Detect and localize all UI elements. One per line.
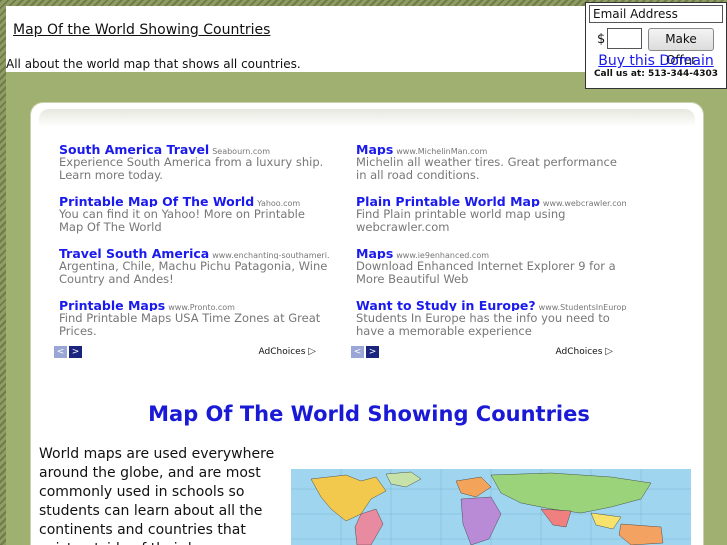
ad-url[interactable]: Seabourn.com xyxy=(212,147,270,155)
ad-description: Experience South America from a luxury s… xyxy=(59,155,324,182)
ad-title-link[interactable]: Travel South America xyxy=(59,246,209,259)
ad-description: Find Printable Maps USA Time Zones at Gr… xyxy=(59,311,321,338)
next-ads-button[interactable]: > xyxy=(366,346,379,358)
ad-title-link[interactable]: Maps xyxy=(356,246,393,259)
ad-description: Argentina, Chile, Machu Pichu Patagonia,… xyxy=(59,259,328,286)
prev-ads-button[interactable]: < xyxy=(54,346,67,358)
adchoices-link[interactable]: AdChoices ▷ xyxy=(556,346,613,357)
ad-nav-left: < > AdChoices ▷ xyxy=(54,346,316,360)
ad-url[interactable]: www.ie9enhanced.com xyxy=(396,251,489,259)
ad-column-left: South America Travel Seabourn.com Experie… xyxy=(59,139,329,347)
site-description: All about the world map that shows all c… xyxy=(6,57,301,71)
ad-url[interactable]: www.StudentsInEurop... xyxy=(539,303,626,311)
ad-url[interactable]: Yahoo.com xyxy=(257,199,300,207)
adchoices-label: AdChoices xyxy=(555,347,603,357)
next-ads-button[interactable]: > xyxy=(69,346,82,358)
world-map-graphic xyxy=(291,469,691,545)
domain-offer-box: Email Address $ Make Offer Buy this Doma… xyxy=(585,2,727,89)
ad-url[interactable]: www.Pronto.com xyxy=(168,303,235,311)
ad-description: Find Plain printable world map using web… xyxy=(356,207,566,234)
ad-item: Travel South America www.enchanting-south… xyxy=(59,243,329,295)
ad-nav-right: < > AdChoices ▷ xyxy=(351,346,613,360)
ad-title-link[interactable]: Printable Map Of The World xyxy=(59,194,254,207)
ad-title-link[interactable]: Want to Study in Europe? xyxy=(356,298,536,311)
ad-title-link[interactable]: South America Travel xyxy=(59,142,209,155)
ad-column-right: Maps www.MichelinMan.com Michelin all wea… xyxy=(356,139,626,347)
make-offer-button[interactable]: Make Offer xyxy=(648,28,714,67)
ad-item: Plain Printable World Map www.webcrawler.… xyxy=(356,191,626,243)
ad-item: Maps www.ie9enhanced.com Download Enhance… xyxy=(356,243,626,295)
ad-description: Download Enhanced Internet Explorer 9 fo… xyxy=(356,259,616,286)
currency-symbol: $ xyxy=(597,32,606,47)
ad-description: Michelin all weather tires. Great perfor… xyxy=(356,155,617,182)
ad-item: South America Travel Seabourn.com Experie… xyxy=(59,139,329,191)
world-map-image xyxy=(291,469,691,545)
ad-item: Want to Study in Europe? www.StudentsInEu… xyxy=(356,295,626,347)
intro-paragraph: World maps are used everywhere around th… xyxy=(39,446,275,545)
ad-item: Maps www.MichelinMan.com Michelin all wea… xyxy=(356,139,626,191)
call-us-text: Call us at: 513-344-4303 xyxy=(593,69,719,79)
adchoices-label: AdChoices xyxy=(258,347,306,357)
adchoices-link[interactable]: AdChoices ▷ xyxy=(259,346,316,357)
adchoices-icon: ▷ xyxy=(605,346,613,357)
email-field[interactable]: Email Address xyxy=(589,5,723,23)
ad-url[interactable]: www.webcrawler.com xyxy=(543,199,626,207)
offer-amount-input[interactable] xyxy=(607,28,642,49)
ad-item: Printable Maps www.Pronto.com Find Printa… xyxy=(59,295,329,347)
ad-url[interactable]: www.MichelinMan.com xyxy=(396,147,487,155)
prev-ads-button[interactable]: < xyxy=(351,346,364,358)
adchoices-icon: ▷ xyxy=(308,346,316,357)
ad-description: You can find it on Yahoo! More on Printa… xyxy=(59,207,305,234)
ad-title-link[interactable]: Plain Printable World Map xyxy=(356,194,540,207)
ad-item: Printable Map Of The World Yahoo.com You … xyxy=(59,191,329,243)
page-heading: Map Of The World Showing Countries xyxy=(148,402,590,426)
ad-url[interactable]: www.enchanting-southameri... xyxy=(212,251,329,259)
ad-title-link[interactable]: Maps xyxy=(356,142,393,155)
ad-description: Students In Europe has the info you need… xyxy=(356,311,610,338)
card-top-band xyxy=(39,109,695,127)
site-title-link[interactable]: Map Of the World Showing Countries xyxy=(13,22,270,38)
buy-domain-link[interactable]: Buy this Domain xyxy=(586,53,726,69)
ad-title-link[interactable]: Printable Maps xyxy=(59,298,165,311)
